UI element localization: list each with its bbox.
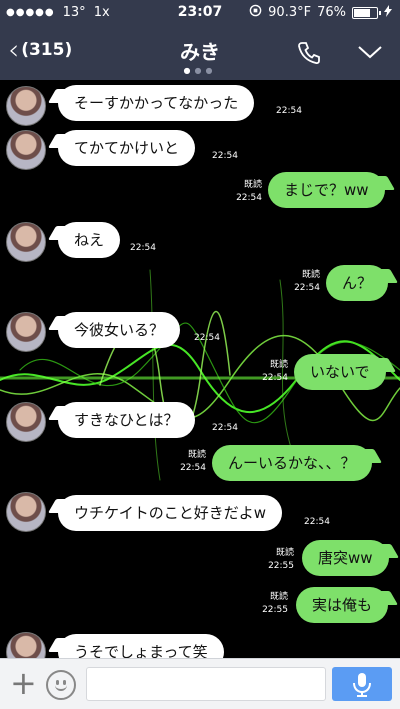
read-receipt: 既読 [269,592,288,602]
incoming-message[interactable]: ウチケイトのこと好きだよw [58,495,282,531]
message-time: 22:54 [262,373,288,383]
page-indicator: ●●● [183,66,217,75]
outgoing-message[interactable]: ん？ [326,265,389,301]
incoming-message[interactable]: 今彼女いる？ [58,312,181,348]
plus-icon: + [10,664,37,702]
message-time: 22:55 [262,605,288,615]
weather-text: 90.3°F [268,5,312,20]
message-time: 22:54 [304,517,330,527]
chat-header: ‹ (315) みき ●●● [0,26,400,80]
message-input[interactable] [86,667,326,701]
message-input-bar: + [0,658,400,709]
charging-icon [384,4,392,21]
rotation-lock-icon [249,4,262,21]
battery-icon [352,6,381,19]
outgoing-message[interactable]: 唐突ww [302,540,389,576]
chat-title: みき [180,40,220,64]
outgoing-message[interactable]: まじで？ww [268,172,385,208]
incoming-message[interactable]: うそでしょまって笑 [58,634,224,658]
status-bar: ●●●●● 13° 1x 23:07 90.3°F 76% [0,0,400,26]
incoming-message[interactable]: そーすかかってなかった [58,85,255,121]
smiley-icon [55,684,67,691]
chat-area[interactable]: そーすかかってなかった 22:54 てかてかけいと 22:54 既読 22:54… [0,80,400,658]
message-time: 22:54 [276,106,302,116]
message-time: 22:54 [212,151,238,161]
contact-avatar[interactable] [6,130,46,170]
contact-avatar[interactable] [6,632,46,658]
outgoing-message[interactable]: いないで [294,354,386,390]
message-time: 22:54 [180,463,206,473]
outgoing-message[interactable]: 実は俺も [296,587,389,623]
contact-avatar[interactable] [6,86,46,126]
add-attachment-button[interactable]: + [10,667,37,699]
outgoing-message[interactable]: んーいるかな、、？ [212,445,372,481]
contact-avatar[interactable] [6,222,46,262]
incoming-message[interactable]: てかてかけいと [58,130,196,166]
battery-percent: 76% [317,5,346,20]
read-receipt: 既読 [275,548,294,558]
menu-toggle-button[interactable] [357,44,383,64]
read-receipt: 既読 [187,450,206,460]
message-time: 22:54 [194,333,220,343]
contact-avatar[interactable] [6,402,46,442]
message-time: 22:54 [212,423,238,433]
incoming-message[interactable]: ねえ [58,222,121,258]
message-time: 22:54 [236,193,262,203]
phone-icon [298,42,320,65]
chevron-down-icon [358,46,382,59]
call-button[interactable] [296,40,322,70]
voice-message-button[interactable] [332,667,392,701]
read-receipt: 既読 [243,180,262,190]
message-time: 22:54 [130,243,156,253]
emoji-button[interactable] [46,670,76,700]
microphone-icon [353,673,371,697]
incoming-message[interactable]: すきなひとは？ [58,402,195,438]
message-time: 22:55 [268,561,294,571]
contact-avatar[interactable] [6,492,46,532]
contact-avatar[interactable] [6,312,46,352]
read-receipt: 既読 [301,270,320,280]
read-receipt: 既読 [269,360,288,370]
message-time: 22:54 [294,283,320,293]
